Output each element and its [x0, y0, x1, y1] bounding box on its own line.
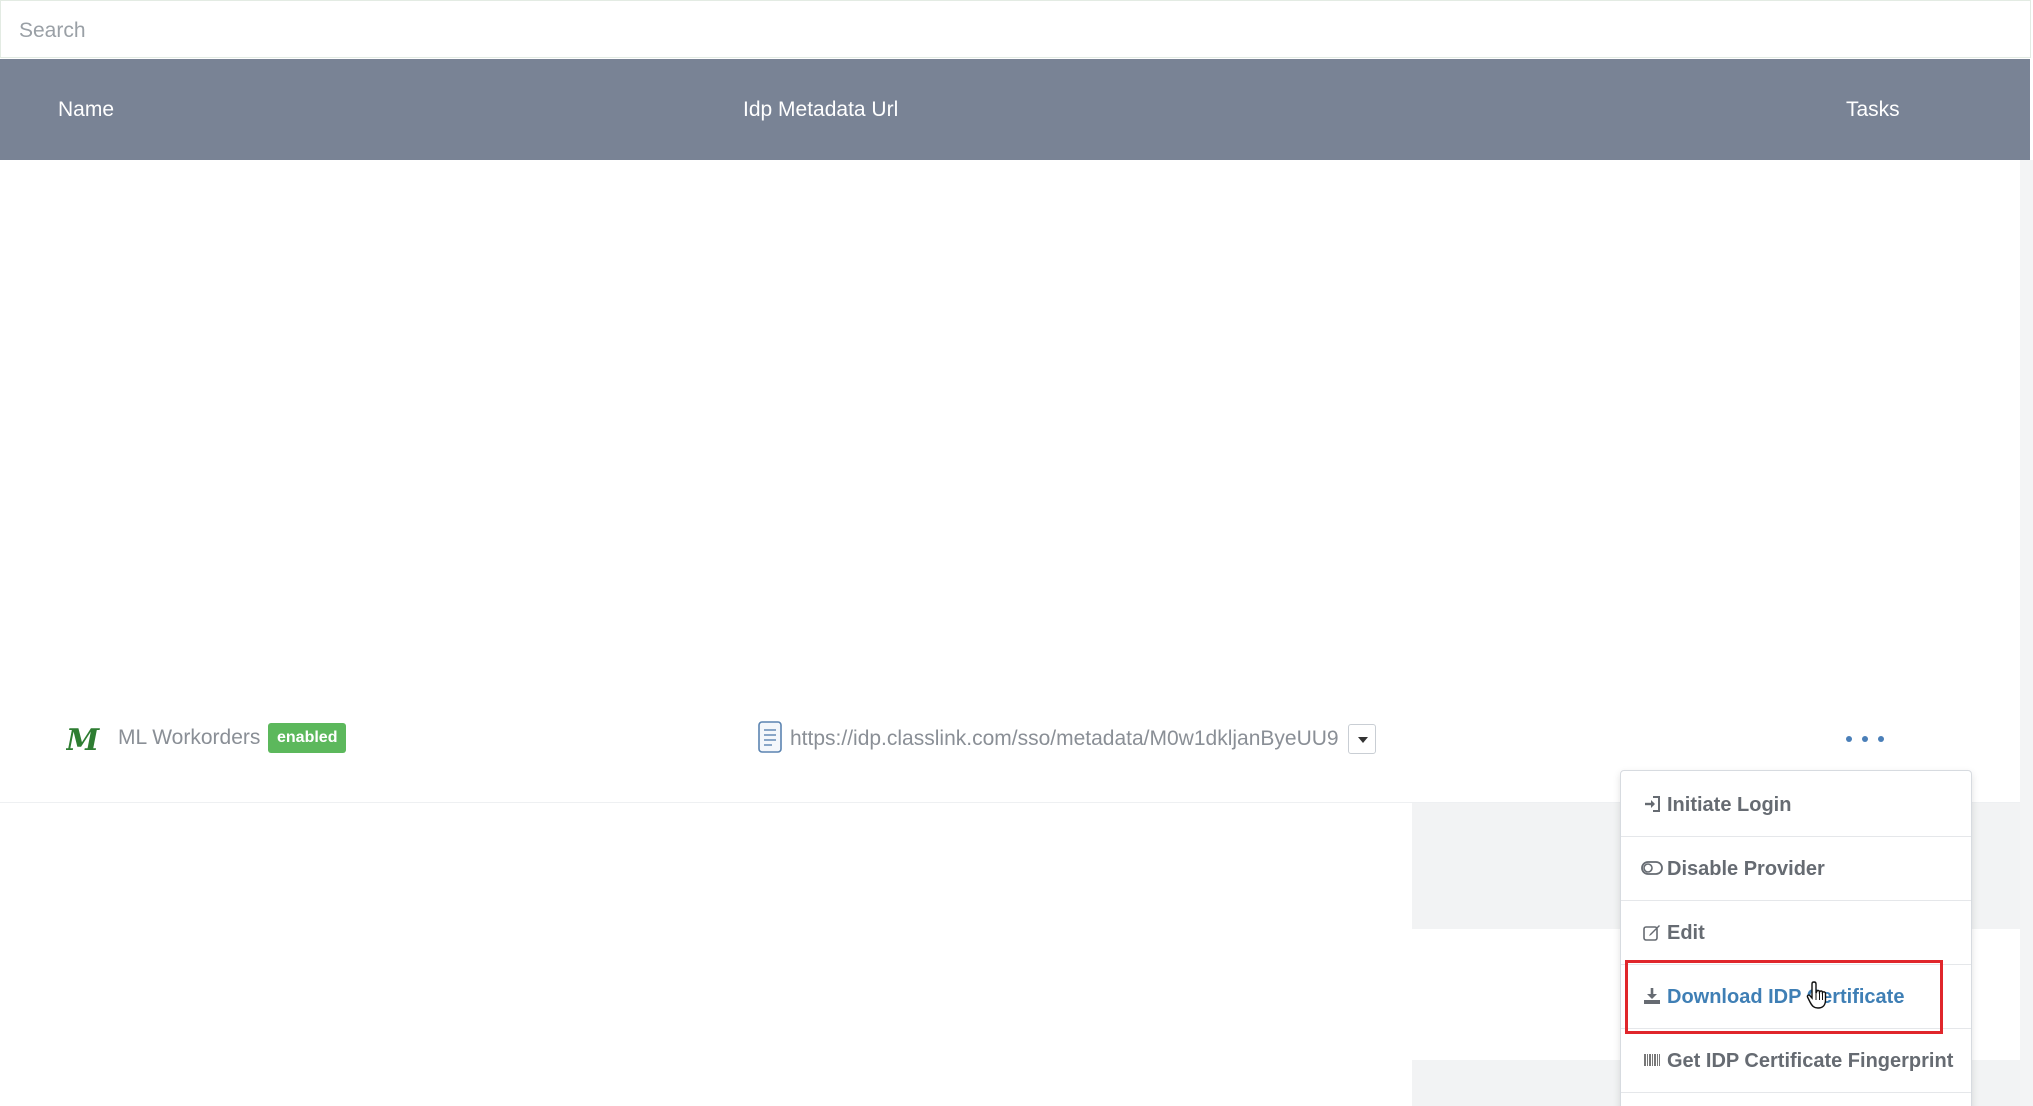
- metadata-url[interactable]: https://idp.classlink.com/sso/metadata/M…: [790, 725, 1339, 753]
- menu-item-label: Download IDP Certificate: [1667, 986, 1905, 1008]
- edit-icon: [1643, 925, 1660, 941]
- menu-item-label: Disable Provider: [1667, 858, 1825, 880]
- tasks-dropdown-menu: Initiate Login Disable Provider Edit Dow…: [1620, 770, 1972, 1106]
- menu-item-label: Initiate Login: [1667, 794, 1792, 816]
- column-header-tasks: Tasks: [1846, 98, 1900, 121]
- sign-in-icon: [1645, 796, 1660, 812]
- column-header-url[interactable]: Idp Metadata Url: [743, 97, 898, 123]
- table-header: Name Idp Metadata Url Tasks: [0, 59, 2030, 160]
- toggle-off-icon: [1641, 861, 1663, 875]
- scrollbar[interactable]: [2020, 160, 2033, 1106]
- search-input[interactable]: [17, 11, 2011, 51]
- menu-item-get-idp-certificate-fingerprint[interactable]: Get IDP Certificate Fingerprint: [1621, 1029, 1971, 1093]
- svg-text:M: M: [66, 725, 100, 753]
- download-icon: [1644, 988, 1660, 1004]
- url-dropdown-toggle[interactable]: [1348, 724, 1376, 754]
- menu-item-download-idp-certificate[interactable]: Download IDP Certificate: [1621, 965, 1971, 1029]
- column-header-name[interactable]: Name: [58, 97, 114, 123]
- menu-item-label: Edit: [1667, 922, 1705, 944]
- menu-item-label: Get IDP Certificate Fingerprint: [1667, 1050, 1954, 1072]
- status-badge: enabled: [268, 723, 347, 753]
- menu-item-edit[interactable]: Edit: [1621, 901, 1971, 965]
- provider-logo: M: [66, 725, 100, 753]
- provider-name[interactable]: ML Workorders: [118, 724, 260, 752]
- menu-item-disable-provider[interactable]: Disable Provider: [1621, 837, 1971, 901]
- page: Name Idp Metadata Url Tasks M ML Workord…: [0, 0, 2033, 1106]
- dot-icon: [1862, 736, 1868, 742]
- menu-item-initiate-login[interactable]: Initiate Login: [1621, 773, 1971, 837]
- document-icon: [758, 721, 782, 753]
- search-bar: [0, 0, 2031, 58]
- dot-icon: [1846, 736, 1852, 742]
- dot-icon: [1878, 736, 1884, 742]
- barcode-icon: [1644, 1054, 1660, 1066]
- tasks-menu-button[interactable]: [1840, 727, 1890, 751]
